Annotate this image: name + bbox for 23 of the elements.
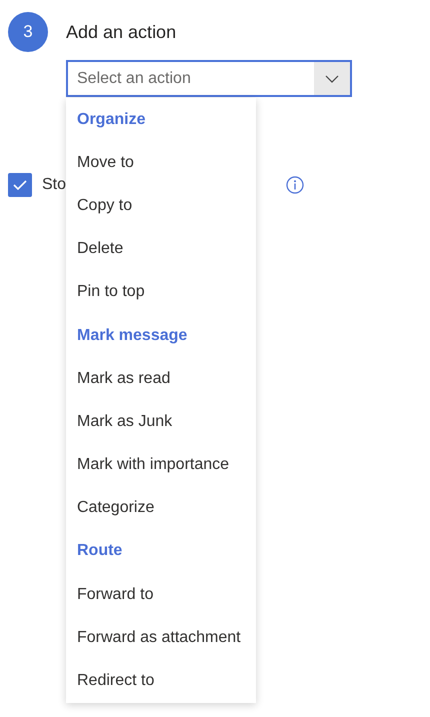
- step-number: 3: [8, 12, 48, 52]
- checkmark-icon: [13, 180, 27, 190]
- chevron-down-icon: [325, 74, 339, 82]
- checkbox[interactable]: [8, 173, 32, 197]
- checkbox-label: Sto: [42, 176, 66, 194]
- menu-item[interactable]: Mark as read: [66, 357, 256, 400]
- menu-item[interactable]: Pin to top: [66, 270, 256, 314]
- action-dropdown[interactable]: Select an action: [66, 60, 352, 97]
- menu-item[interactable]: Forward as attachment: [66, 616, 256, 660]
- menu-item[interactable]: Categorize: [66, 486, 256, 530]
- menu-item[interactable]: Forward to: [66, 573, 256, 616]
- menu-group-header: Mark message: [76, 326, 188, 346]
- menu-item[interactable]: Redirect to: [66, 659, 256, 703]
- step-title: Add an action: [66, 22, 176, 42]
- menu-item[interactable]: Mark with importance: [66, 444, 256, 487]
- menu-item[interactable]: Move to: [66, 141, 256, 184]
- menu-group-header: Organize: [76, 110, 146, 130]
- info-icon[interactable]: [286, 176, 304, 194]
- menu-item[interactable]: Copy to: [66, 184, 256, 228]
- menu-item[interactable]: Mark as Junk: [66, 400, 256, 444]
- menu-item[interactable]: Delete: [66, 228, 256, 271]
- placeholder-text: Select an action: [76, 68, 192, 88]
- menu-group-header: Route: [76, 541, 124, 562]
